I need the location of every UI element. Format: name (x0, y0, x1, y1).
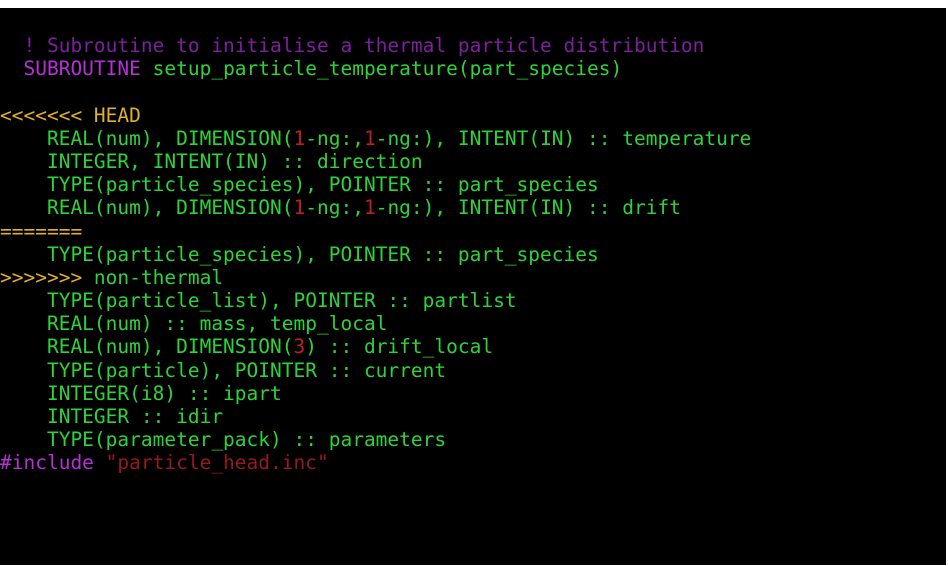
code-line: TYPE(particle_list), POINTER :: partlist (0, 289, 751, 312)
code-token: INTEGER(i8) :: ipart (0, 381, 282, 405)
code-token: TYPE(parameter_pack) :: parameters (0, 428, 447, 452)
code-line: REAL(num), DIMENSION(3) :: drift_local (0, 335, 751, 358)
code-line: #include "particle_head.inc" (0, 451, 751, 474)
code-token: -ng:), INTENT(IN) :: drift (375, 196, 681, 220)
code-line: ! Subroutine to initialise a thermal par… (0, 34, 751, 57)
code-line: <<<<<<< HEAD (0, 104, 751, 127)
code-token: ======= (0, 219, 83, 243)
code-editor[interactable]: ! Subroutine to initialise a thermal par… (0, 34, 751, 475)
code-line: TYPE(parameter_pack) :: parameters (0, 428, 751, 451)
code-token: -ng:, (305, 196, 364, 220)
code-line: REAL(num) :: mass, temp_local (0, 312, 751, 335)
code-token: INTEGER :: idir (0, 405, 224, 428)
code-line: SUBROUTINE setup_particle_temperature(pa… (0, 57, 751, 80)
code-token: 1 (363, 126, 376, 150)
code-line: INTEGER, INTENT(IN) :: direction (0, 150, 751, 173)
code-line: INTEGER(i8) :: ipart (0, 382, 751, 405)
code-line: >>>>>>> non-thermal (0, 266, 751, 289)
code-line: TYPE(particle), POINTER :: current (0, 359, 751, 382)
code-token: REAL(num), DIMENSION( (0, 196, 294, 220)
code-token: SUBROUTINE (0, 57, 141, 81)
code-token: REAL(num), DIMENSION( (0, 126, 294, 150)
code-token: "particle_head.inc" (93, 451, 329, 475)
code-token: TYPE(particle_list), POINTER :: partlist (0, 289, 517, 313)
code-line: REAL(num), DIMENSION(1-ng:,1-ng:), INTEN… (0, 196, 751, 219)
code-token: non-thermal (82, 265, 224, 289)
code-token: setup_particle_temperature(part_species) (140, 57, 623, 81)
code-token: ) :: drift_local (305, 335, 494, 359)
code-token: -ng:), INTENT(IN) :: temperature (375, 126, 752, 150)
code-token: TYPE(particle_species), POINTER :: part_… (0, 242, 599, 266)
terminal-window[interactable]: ! Subroutine to initialise a thermal par… (0, 8, 946, 565)
code-token: 3 (293, 335, 306, 359)
code-token: 1 (293, 196, 306, 220)
code-token: INTEGER, INTENT(IN) :: direction (0, 149, 423, 173)
code-token: 1 (293, 126, 306, 150)
code-token: TYPE(particle_species), POINTER :: part_… (0, 173, 599, 197)
code-line: REAL(num), DIMENSION(1-ng:,1-ng:), INTEN… (0, 127, 751, 150)
code-token: REAL(num), DIMENSION( (0, 335, 294, 359)
code-token: TYPE(particle), POINTER :: current (0, 358, 447, 382)
code-token: 1 (363, 196, 376, 220)
code-token: ! Subroutine to initialise a thermal par… (0, 34, 705, 57)
code-token: #include (0, 451, 94, 475)
code-line: TYPE(particle_species), POINTER :: part_… (0, 173, 751, 196)
code-token: -ng:, (305, 126, 364, 150)
code-token: <<<<<<< HEAD (0, 103, 141, 127)
code-line: TYPE(particle_species), POINTER :: part_… (0, 243, 751, 266)
code-token: REAL(num) :: mass, temp_local (0, 312, 388, 336)
code-token: >>>>>>> (0, 265, 83, 289)
code-line: ======= (0, 220, 751, 243)
code-line: INTEGER :: idir (0, 405, 751, 428)
